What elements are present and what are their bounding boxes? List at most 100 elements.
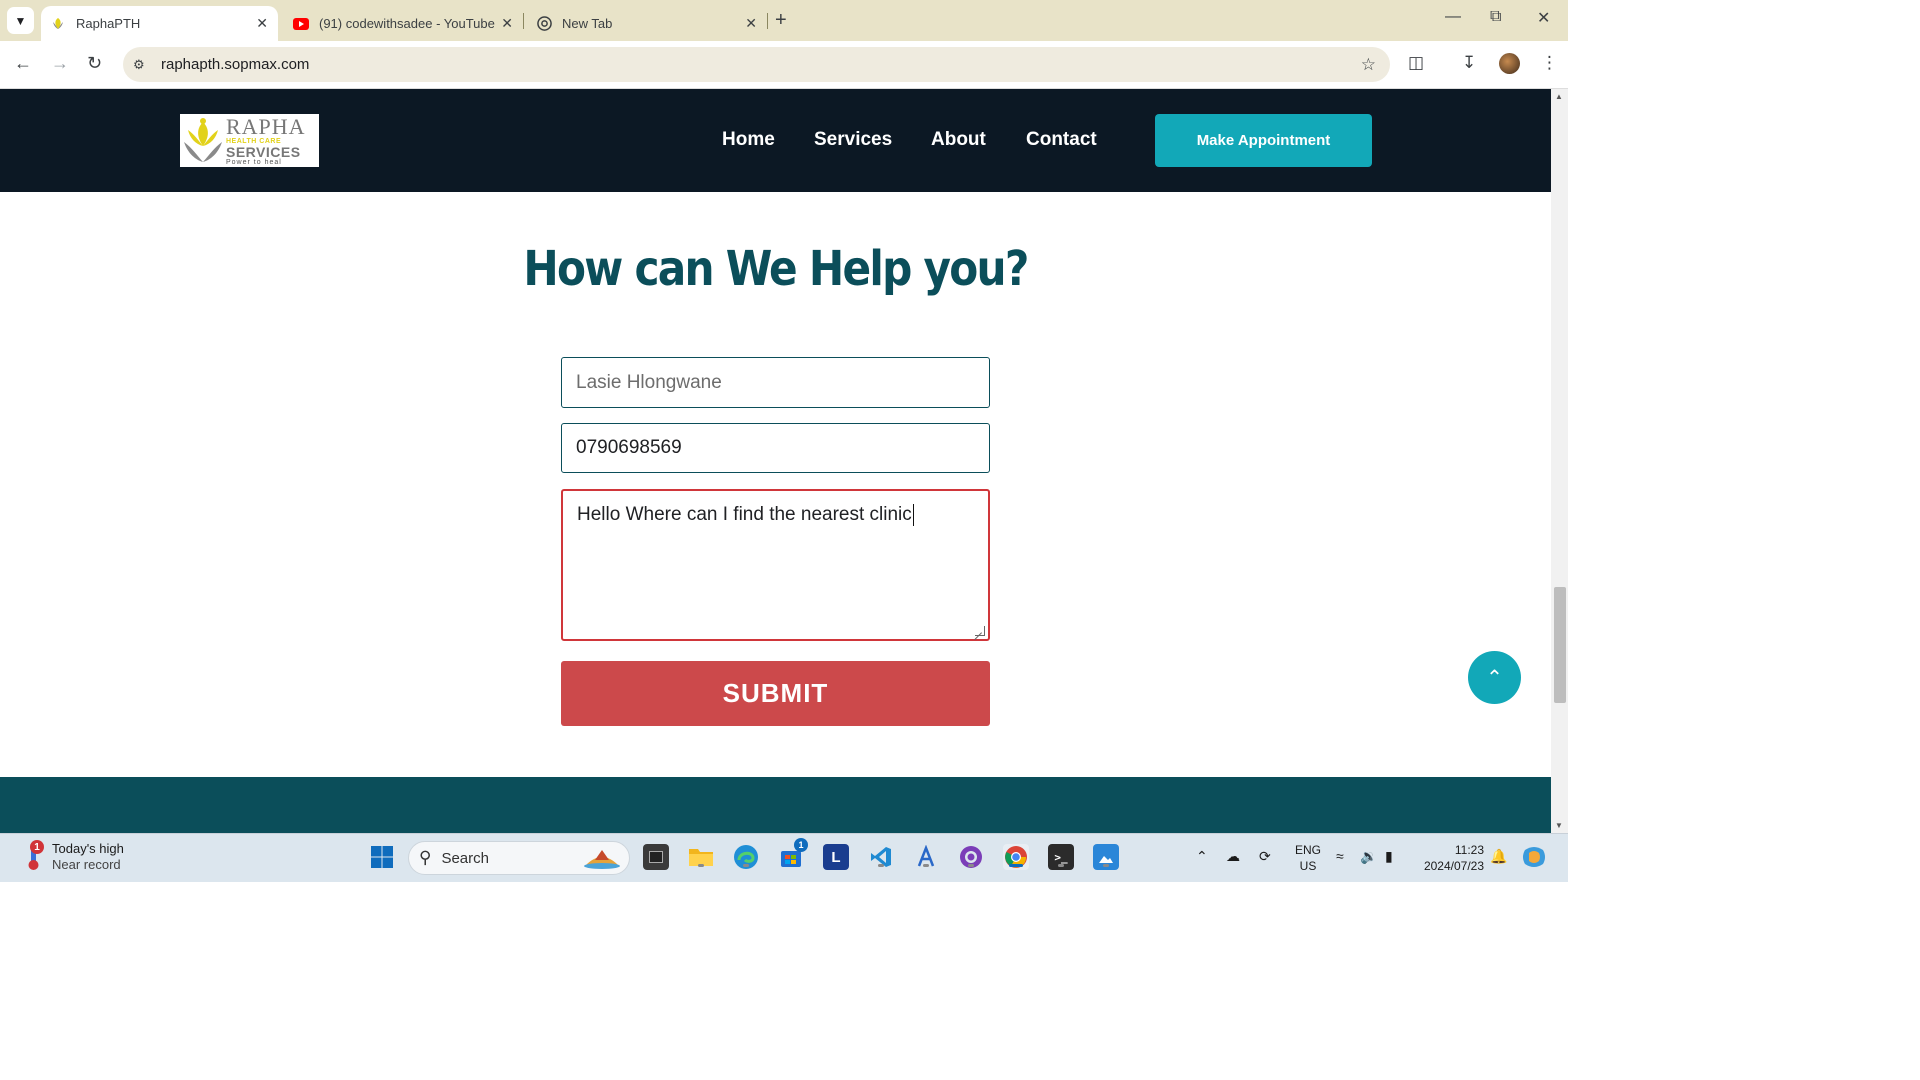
tab-close-icon[interactable]: ✕ [501, 15, 513, 32]
font-app-icon[interactable] [913, 844, 939, 870]
tab-youtube[interactable]: (91) codewithsadee - YouTube ✕ [283, 6, 523, 41]
tab-new-tab[interactable]: New Tab ✕ [527, 6, 767, 41]
language-code: ENG [1295, 843, 1322, 857]
running-indicator [1058, 864, 1064, 867]
window-close-icon[interactable]: ✕ [1537, 8, 1550, 28]
chrome-taskbar-icon[interactable] [1003, 844, 1029, 870]
nav-home[interactable]: Home [722, 129, 775, 151]
windows-start-icon[interactable] [369, 844, 395, 870]
tab-title: (91) codewithsadee - YouTube [319, 16, 495, 31]
l-app-icon[interactable]: L [823, 844, 849, 870]
show-hidden-icons-chevron-icon[interactable]: ⌃ [1196, 848, 1208, 865]
clock-time: 11:23 [1454, 843, 1484, 857]
reload-icon[interactable]: ↻ [87, 53, 102, 74]
photos-app-icon[interactable] [1093, 844, 1119, 870]
resize-handle-icon[interactable] [975, 626, 985, 636]
message-textarea[interactable]: Hello Where can I find the nearest clini… [561, 489, 990, 641]
vscode-icon[interactable] [868, 844, 894, 870]
logo-line-3: SERVICES [226, 143, 301, 160]
weather-title: Today's high [52, 841, 124, 856]
address-bar[interactable]: ⚙ raphapth.sopmax.com ☆ [123, 47, 1390, 82]
tab-search-chevron-icon[interactable]: ▼ [7, 7, 34, 34]
phone-input[interactable]: 0790698569 [561, 423, 990, 473]
url-text[interactable]: raphapth.sopmax.com [161, 56, 309, 73]
make-appointment-button[interactable]: Make Appointment [1155, 114, 1372, 167]
language-indicator[interactable]: ENG US [1295, 842, 1321, 874]
browser-tab-strip: ▼ RaphaPTH ✕ (91) codewithsadee - YouTub… [0, 0, 1568, 41]
youtube-icon [293, 16, 309, 32]
back-arrow-icon[interactable]: ← [14, 53, 32, 74]
site-header: RAPHA HEALTH CARE SERVICES Power to heal… [0, 89, 1551, 192]
onedrive-cloud-icon[interactable]: ☁ [1226, 848, 1240, 865]
nav-contact[interactable]: Contact [1026, 129, 1097, 151]
weather-widget[interactable]: 1 Today's high Near record [22, 840, 124, 873]
new-tab-plus-icon[interactable]: + [775, 9, 787, 32]
help-heading: How can We Help you? [523, 241, 1029, 297]
active-indicator [1009, 864, 1023, 867]
tab-title: New Tab [562, 16, 613, 31]
scroll-down-arrow-icon[interactable]: ▼ [1555, 821, 1563, 830]
name-input[interactable]: Lasie Hlongwane [561, 357, 990, 408]
running-indicator [1103, 864, 1109, 867]
region-code: US [1299, 859, 1317, 873]
file-explorer-icon[interactable] [688, 844, 714, 870]
nav-about[interactable]: About [931, 129, 986, 151]
browser-toolbar: ← → ↻ ⚙ raphapth.sopmax.com ☆ ◫ ↧ ⋮ [0, 41, 1568, 89]
search-icon: ⚲ [419, 848, 432, 867]
weather-subtitle: Near record [52, 857, 121, 872]
tab-close-icon[interactable]: ✕ [256, 15, 268, 32]
running-indicator [878, 864, 884, 867]
scroll-to-top-chevron-icon[interactable]: ⌃ [1468, 651, 1521, 704]
store-badge: 1 [794, 838, 808, 852]
notification-bell-icon[interactable]: 🔔 [1490, 848, 1507, 865]
submit-button[interactable]: SUBMIT [561, 661, 990, 726]
terminal-icon[interactable]: >_ [1048, 844, 1074, 870]
search-placeholder: Search [441, 849, 489, 867]
phone-value: 0790698569 [576, 437, 682, 458]
microsoft-store-icon[interactable]: 1 [778, 838, 808, 870]
rapha-logo[interactable]: RAPHA HEALTH CARE SERVICES Power to heal [180, 114, 319, 167]
minimize-icon[interactable]: — [1445, 8, 1461, 26]
footer-band [0, 777, 1551, 833]
chrome-icon [536, 16, 552, 32]
extensions-puzzle-icon[interactable]: ◫ [1408, 53, 1424, 73]
running-indicator [923, 864, 929, 867]
restore-icon[interactable]: ⧉ [1490, 8, 1501, 26]
site-settings-icon[interactable]: ⚙ [133, 57, 151, 73]
rapha-favicon-icon [50, 16, 66, 32]
tab-separator [523, 13, 524, 29]
tab-close-icon[interactable]: ✕ [745, 15, 757, 32]
menu-kebab-icon[interactable]: ⋮ [1541, 53, 1558, 73]
volume-icon[interactable]: 🔉 [1360, 848, 1377, 865]
edge-browser-icon[interactable] [733, 844, 759, 870]
taskbar-search[interactable]: ⚲ Search [408, 841, 630, 875]
copilot-icon[interactable] [1521, 844, 1547, 870]
scroll-up-arrow-icon[interactable]: ▲ [1555, 92, 1563, 101]
message-value: Hello Where can I find the nearest clini… [577, 504, 912, 525]
download-icon[interactable]: ↧ [1462, 53, 1476, 73]
bookmark-star-icon[interactable]: ☆ [1361, 55, 1376, 75]
clock-date: 2024/07/23 [1423, 859, 1484, 873]
page-scrollbar[interactable]: ▲ ▼ [1551, 89, 1568, 833]
tab-separator [767, 13, 768, 29]
thermometer-icon: 1 [22, 840, 44, 871]
name-value: Lasie Hlongwane [576, 371, 722, 393]
running-indicator [968, 864, 974, 867]
battery-icon[interactable]: ▮ [1385, 848, 1393, 865]
running-indicator [743, 864, 749, 867]
lotus-logo-icon [180, 116, 226, 166]
tab-title: RaphaPTH [76, 16, 141, 31]
system-clock[interactable]: 11:23 2024/07/23 [1420, 842, 1484, 874]
forward-arrow-icon[interactable]: → [51, 53, 69, 74]
web-page: RAPHA HEALTH CARE SERVICES Power to heal… [0, 89, 1551, 833]
tab-raphapth[interactable]: RaphaPTH ✕ [41, 6, 278, 41]
logo-tagline: Power to heal [226, 158, 282, 166]
task-view-icon[interactable] [643, 844, 669, 870]
wifi-icon[interactable]: ≈ [1336, 848, 1344, 864]
scrollbar-thumb[interactable] [1554, 587, 1566, 703]
github-desktop-icon[interactable] [958, 844, 984, 870]
text-caret [912, 504, 914, 526]
nav-services[interactable]: Services [814, 129, 892, 151]
sync-icon[interactable]: ⟳ [1259, 848, 1271, 865]
profile-avatar[interactable] [1499, 53, 1520, 74]
